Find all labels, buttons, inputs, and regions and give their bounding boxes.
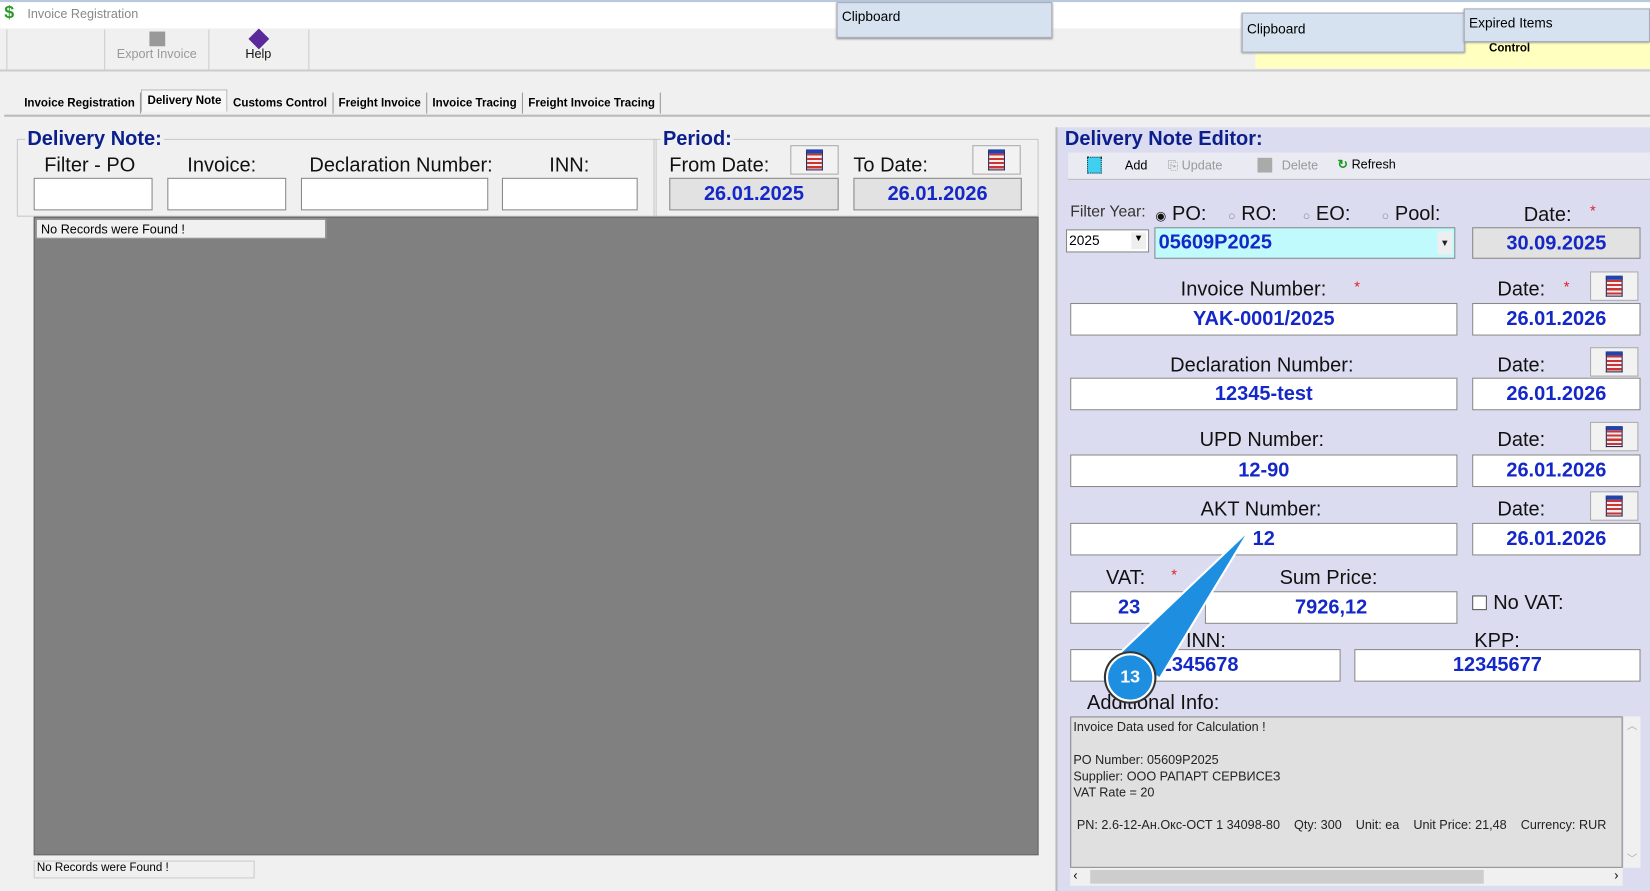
akt-number-label: AKT Number: xyxy=(1200,498,1322,521)
scroll-left-icon: ‹ xyxy=(1073,867,1078,883)
to-date-field[interactable]: 26.01.2026 xyxy=(853,177,1022,211)
chevron-down-icon: ▼ xyxy=(1131,232,1146,250)
order-date-field[interactable]: 30.09.2025 xyxy=(1472,227,1641,259)
filter-inn-input[interactable] xyxy=(501,177,638,211)
chevron-down-icon: ▼ xyxy=(1437,231,1453,255)
invoice-date-label: Date: xyxy=(1497,278,1546,301)
declaration-label: Declaration Number: xyxy=(309,154,493,177)
tab-invoice-tracing[interactable]: Invoice Tracing xyxy=(427,92,524,114)
invoice-label: Invoice: xyxy=(187,154,257,177)
period-title: Period: xyxy=(660,128,734,152)
radio-icon: ○ xyxy=(1381,208,1390,224)
add-button[interactable]: Add xyxy=(1125,158,1147,173)
no-vat-label: No VAT: xyxy=(1493,592,1564,615)
invoice-date-field[interactable]: 26.01.2026 xyxy=(1472,302,1641,336)
delete-button[interactable]: Delete xyxy=(1282,158,1319,173)
radio-eo[interactable]: ○ EO: xyxy=(1303,203,1351,226)
order-date-label: Date: xyxy=(1523,204,1572,227)
invoice-date-calendar-button[interactable] xyxy=(1590,271,1639,301)
upd-date-calendar-button[interactable] xyxy=(1590,421,1639,452)
export-invoice-button[interactable]: Export Invoice xyxy=(105,29,210,70)
delivery-note-grid[interactable] xyxy=(33,216,1039,856)
declaration-date-calendar-button[interactable] xyxy=(1590,347,1639,377)
filter-po-label: Filter - PO xyxy=(44,154,136,177)
radio-checked-icon: ◉ xyxy=(1155,208,1167,224)
to-date-calendar-button[interactable] xyxy=(972,145,1021,175)
radio-icon: ○ xyxy=(1228,208,1236,224)
tab-invoice-registration[interactable]: Invoice Registration xyxy=(19,92,142,114)
delete-icon xyxy=(1257,157,1273,173)
declaration-number-label: Declaration Number: xyxy=(1170,354,1354,377)
tab-bar: Invoice Registration Delivery Note Customs… xyxy=(19,89,662,115)
invoice-number-field[interactable]: YAK-0001/2025 xyxy=(1070,302,1458,336)
horizontal-scrollbar[interactable]: ‹ › xyxy=(1070,867,1623,886)
akt-date-label: Date: xyxy=(1497,498,1546,521)
radio-icon: ○ xyxy=(1302,208,1311,224)
kpp-field[interactable]: 12345677 xyxy=(1354,649,1641,682)
filter-invoice-input[interactable] xyxy=(167,177,287,211)
dollar-icon: $ xyxy=(4,2,15,23)
scroll-down-icon: ﹀ xyxy=(1626,854,1638,866)
clipboard-popup[interactable]: Clipboard xyxy=(836,2,1053,38)
no-vat-checkbox[interactable] xyxy=(1472,595,1487,611)
update-icon: ⎘ xyxy=(1168,157,1182,173)
akt-date-field[interactable]: 26.01.2026 xyxy=(1472,522,1641,556)
invoice-number-label: Invoice Number: xyxy=(1180,278,1327,301)
from-date-field[interactable]: 26.01.2025 xyxy=(669,177,839,211)
refresh-button[interactable]: ↻ Refresh xyxy=(1337,157,1395,172)
refresh-icon: ↻ xyxy=(1337,156,1352,172)
add-icon xyxy=(1087,156,1102,174)
calendar-icon xyxy=(806,149,823,171)
filter-po-input[interactable] xyxy=(33,177,153,211)
upd-number-field[interactable]: 12-90 xyxy=(1070,454,1458,488)
vertical-scrollbar[interactable]: ︿ ﹀ xyxy=(1623,716,1641,868)
filter-declaration-input[interactable] xyxy=(300,177,489,211)
tab-freight-invoice-tracing[interactable]: Freight Invoice Tracing xyxy=(523,92,662,114)
clipboard-popup-2[interactable]: Clipboard xyxy=(1241,12,1465,53)
callout-badge: 13 xyxy=(1105,653,1155,702)
order-select[interactable]: 05609P2025 ▼ xyxy=(1154,227,1456,259)
radio-po[interactable]: ◉ PO: xyxy=(1155,203,1206,226)
editor-title: Delivery Note Editor: xyxy=(1062,128,1265,152)
from-date-calendar-button[interactable] xyxy=(790,145,839,175)
inn-label: INN: xyxy=(549,154,590,177)
calendar-icon xyxy=(988,149,1005,171)
scroll-up-icon: ︿ xyxy=(1626,720,1638,733)
radio-pool[interactable]: ○ Pool: xyxy=(1382,203,1441,226)
scroll-thumb[interactable] xyxy=(1090,870,1484,884)
update-button[interactable]: ⎘ Update xyxy=(1168,158,1222,174)
upd-date-field[interactable]: 26.01.2026 xyxy=(1472,454,1641,488)
tab-customs-control[interactable]: Customs Control xyxy=(228,92,334,114)
akt-date-calendar-button[interactable] xyxy=(1590,491,1639,521)
tab-freight-invoice[interactable]: Freight Invoice xyxy=(333,92,428,114)
scroll-right-icon: › xyxy=(1614,867,1619,883)
filter-year-select[interactable]: 2025 ▼ xyxy=(1065,229,1150,253)
calendar-icon xyxy=(1605,495,1623,517)
export-icon xyxy=(148,31,165,47)
additional-info-textarea[interactable]: Invoice Data used for Calculation ! PO N… xyxy=(1070,716,1623,868)
upd-number-label: UPD Number: xyxy=(1199,429,1325,452)
from-date-label: From Date: xyxy=(669,154,770,177)
status-bar: No Records were Found ! xyxy=(33,860,255,879)
declaration-date-field[interactable]: 26.01.2026 xyxy=(1472,377,1641,411)
declaration-number-field[interactable]: 12345-test xyxy=(1070,377,1458,411)
calendar-icon xyxy=(1605,351,1623,373)
calendar-icon xyxy=(1605,426,1623,448)
window-title: Invoice Registration xyxy=(27,6,139,22)
help-button[interactable]: Help xyxy=(208,28,310,70)
expired-items-popup[interactable]: Expired Items xyxy=(1463,8,1650,43)
toolbar-blank-button[interactable] xyxy=(6,29,106,70)
tab-delivery-note[interactable]: Delivery Note xyxy=(141,89,228,112)
upd-date-label: Date: xyxy=(1497,429,1546,452)
filter-year-label: Filter Year: xyxy=(1070,203,1146,221)
calendar-icon xyxy=(1605,275,1623,297)
delivery-note-title: Delivery Note: xyxy=(25,128,164,152)
sum-price-label: Sum Price: xyxy=(1279,567,1378,590)
to-date-label: To Date: xyxy=(853,154,928,177)
declaration-date-label: Date: xyxy=(1497,354,1546,377)
radio-ro[interactable]: ○ RO: xyxy=(1228,203,1277,226)
no-records-message: No Records were Found ! xyxy=(35,218,327,239)
